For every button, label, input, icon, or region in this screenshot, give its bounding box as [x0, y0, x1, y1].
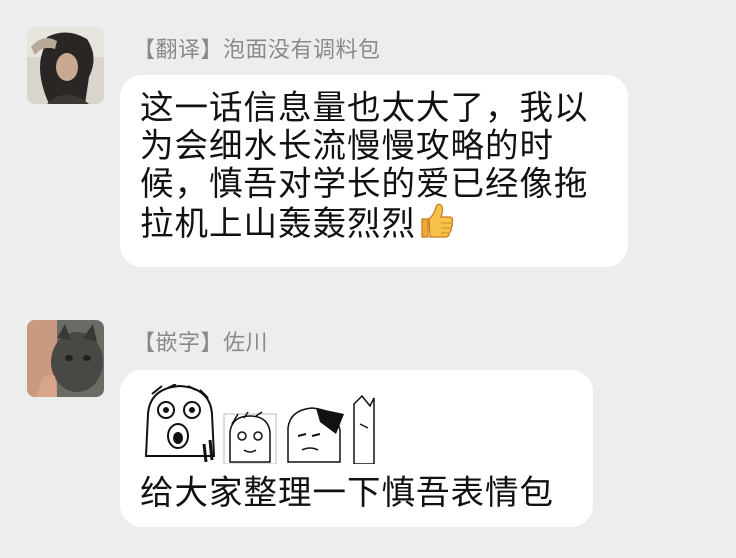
avatar[interactable]	[27, 27, 104, 104]
message-bubble[interactable]: 这一话信息量也太大了，我以为会细水长流慢慢攻略的时候，慎吾对学长的爱已经像拖拉机…	[120, 75, 628, 267]
manga-sticker-image[interactable]	[140, 383, 400, 465]
sticker-panel-2	[223, 411, 277, 465]
message-text: 给大家整理一下慎吾表情包	[140, 473, 554, 512]
sticker-panel-1	[140, 383, 218, 464]
sticker-panel-3	[282, 406, 348, 464]
sender-name[interactable]: 【嵌字】佐川	[133, 325, 268, 357]
avatar[interactable]	[27, 320, 104, 397]
message-text: 这一话信息量也太大了，我以为会细水长流慢慢攻略的时候，慎吾对学长的爱已经像拖拉机…	[140, 89, 610, 247]
message-bubble[interactable]: 给大家整理一下慎吾表情包	[120, 370, 593, 527]
sender-name[interactable]: 【翻译】泡面没有调料包	[133, 32, 381, 64]
thumbs-up-icon	[416, 203, 454, 247]
sticker-panel-4	[353, 394, 375, 465]
message-body: 这一话信息量也太大了，我以为会细水长流慢慢攻略的时候，慎吾对学长的爱已经像拖拉机…	[140, 88, 589, 243]
